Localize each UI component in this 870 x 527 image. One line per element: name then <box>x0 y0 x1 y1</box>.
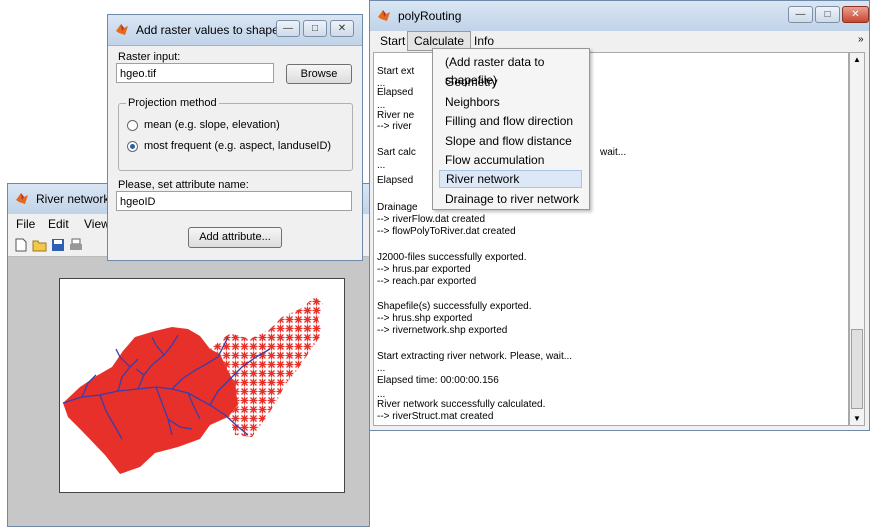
radio-most-frequent[interactable] <box>127 141 138 152</box>
polyrouting-titlebar[interactable]: polyRouting — □ ✕ <box>370 1 869 32</box>
log-wait-fragment: wait... <box>600 147 627 158</box>
dialog-title: Add raster values to shapefile <box>136 23 295 37</box>
close-button[interactable]: ✕ <box>330 20 354 37</box>
log-line: ... <box>377 160 386 171</box>
log-line: Start ext <box>377 66 415 77</box>
log-line: Elapsed time: 00:00:00.156 <box>377 375 499 386</box>
log-line: --> rivernetwork.shp exported <box>377 325 508 336</box>
matlab-icon <box>16 193 28 204</box>
log-line: --> river <box>377 121 412 132</box>
attribute-name-field[interactable]: hgeoID <box>116 191 352 211</box>
menubar-overflow-icon[interactable]: » <box>858 34 864 45</box>
attribute-name-label: Please, set attribute name: <box>118 179 249 191</box>
minimize-button[interactable]: — <box>276 20 300 37</box>
matlab-icon <box>378 10 390 21</box>
log-line: River ne <box>377 110 415 121</box>
log-line: --> reach.par exported <box>377 276 477 287</box>
menu-file[interactable]: File <box>16 217 35 231</box>
log-line: --> flowPolyToRiver.dat created <box>377 226 516 237</box>
log-line: Elapsed <box>377 87 414 98</box>
log-line: ... <box>377 363 386 374</box>
add-raster-dialog: Add raster values to shapefile — □ ✕ Ras… <box>107 14 363 261</box>
menu-item-filling[interactable]: Filling and flow direction <box>439 112 582 130</box>
menu-item-drainage[interactable]: Drainage to river network <box>439 190 582 208</box>
scroll-thumb[interactable] <box>851 329 863 409</box>
option-mean-label[interactable]: mean (e.g. slope, elevation) <box>144 119 280 131</box>
raster-input-label: Raster input: <box>118 51 181 63</box>
plot-axes[interactable] <box>59 278 345 493</box>
projection-group <box>118 103 353 171</box>
menu-item-flow-accumulation[interactable]: Flow accumulation <box>439 151 582 169</box>
open-folder-icon[interactable] <box>32 238 47 252</box>
log-line: Shapefile(s) successfully exported. <box>377 301 532 312</box>
log-line: --> riverStruct.mat created <box>377 411 494 422</box>
menu-item-river-network[interactable]: River network <box>439 170 582 188</box>
maximize-button[interactable]: □ <box>815 6 840 23</box>
close-button[interactable]: ✕ <box>842 6 869 23</box>
menu-view[interactable]: View <box>84 217 110 231</box>
menu-item-geometry[interactable]: Geometry <box>439 73 582 91</box>
log-line: Drainage <box>377 202 418 213</box>
log-line: --> hrus.shp exported <box>377 313 473 324</box>
option-most-frequent-label[interactable]: most frequent (e.g. aspect, landuseID) <box>144 140 331 152</box>
menu-item-neighbors[interactable]: Neighbors <box>439 93 582 111</box>
window-title: River network <box>36 192 110 206</box>
radio-mean[interactable] <box>127 120 138 131</box>
minimize-button[interactable]: — <box>788 6 813 23</box>
menu-edit[interactable]: Edit <box>48 217 69 231</box>
log-line: River network successfully calculated. <box>377 399 546 410</box>
projection-group-label: Projection method <box>126 97 219 109</box>
add-attribute-button[interactable]: Add attribute... <box>188 227 282 248</box>
log-line: Start extracting river network. Please, … <box>377 351 573 362</box>
raster-titlebar[interactable]: Add raster values to shapefile — □ ✕ <box>108 15 362 46</box>
menu-start[interactable]: Start <box>380 34 405 48</box>
log-line: Sart calc <box>377 147 416 158</box>
log-scrollbar[interactable]: ▲ ▼ <box>849 52 865 426</box>
maximize-button[interactable]: □ <box>303 20 327 37</box>
scroll-up-arrow-icon[interactable]: ▲ <box>853 55 861 64</box>
save-icon[interactable] <box>51 238 65 252</box>
menu-item-add-raster[interactable]: (Add raster data to shapefile) <box>439 53 582 87</box>
window-title: polyRouting <box>398 9 462 23</box>
calculate-dropdown-menu: (Add raster data to shapefile) Geometry … <box>432 48 590 210</box>
log-line: J2000-files successfully exported. <box>377 252 527 263</box>
new-file-icon[interactable] <box>14 238 28 252</box>
menu-item-slope[interactable]: Slope and flow distance <box>439 132 582 150</box>
log-line: --> riverFlow.dat created <box>377 214 486 225</box>
raster-input-field[interactable]: hgeo.tif <box>116 63 274 83</box>
scroll-down-arrow-icon[interactable]: ▼ <box>853 414 861 423</box>
log-line: --> hrus.par exported <box>377 264 471 275</box>
browse-button[interactable]: Browse <box>286 64 352 84</box>
log-line: Elapsed <box>377 175 414 186</box>
menu-info[interactable]: Info <box>474 34 494 48</box>
river-network-map <box>62 297 323 474</box>
print-icon[interactable] <box>69 238 83 252</box>
matlab-icon <box>116 24 128 35</box>
